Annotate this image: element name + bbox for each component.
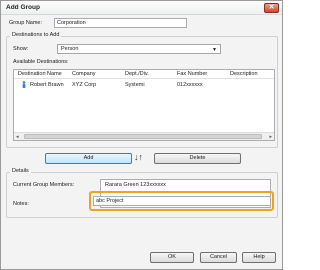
available-destinations-label: Available Destinations:: [13, 59, 69, 65]
ok-button[interactable]: OK: [150, 252, 194, 263]
close-icon: ✕: [268, 4, 275, 11]
delete-button-label: Delete: [189, 155, 206, 161]
row-destination-name: Robert Brawn: [30, 82, 64, 88]
group-name-label: Group Name:: [9, 20, 43, 26]
chevron-down-icon: ▼: [212, 47, 217, 53]
close-button[interactable]: ✕: [264, 3, 279, 13]
details-caption: Details: [10, 168, 31, 174]
column-header-company[interactable]: Company: [72, 71, 96, 77]
row-company: XYZ Corp: [72, 82, 97, 88]
row-fax-number: 012xxxxxx: [177, 82, 203, 88]
swap-arrows-icon: ↓↑: [134, 152, 143, 162]
show-select[interactable]: Person ▼: [57, 44, 221, 54]
add-group-dialog: Add Group ✕ Group Name: Corporation Dest…: [0, 0, 283, 270]
dialog-title: Add Group: [6, 4, 40, 11]
scroll-right-icon[interactable]: ▸: [269, 134, 272, 140]
title-bar: Add Group ✕: [1, 1, 282, 15]
cancel-button-label: Cancel: [209, 254, 228, 260]
add-button[interactable]: Add: [45, 153, 132, 164]
help-button[interactable]: Help: [242, 252, 276, 263]
available-destinations-list[interactable]: Destination Name Company Dept./Div. Fax …: [13, 69, 275, 141]
person-icon: [22, 81, 26, 88]
column-header-description[interactable]: Description: [230, 71, 258, 77]
show-value: Person: [61, 46, 79, 52]
ok-button-label: OK: [168, 254, 176, 260]
show-label: Show:: [13, 46, 29, 52]
group-name-value: Corporation: [57, 20, 86, 26]
horizontal-scrollbar[interactable]: ◂ ▸: [14, 132, 274, 140]
row-dept: Systemi: [125, 82, 145, 88]
notes-input[interactable]: abc Project: [93, 196, 271, 206]
list-header: Destination Name Company Dept./Div. Fax …: [14, 70, 274, 79]
current-members-label: Current Group Members:: [13, 182, 75, 188]
column-header-destination-name[interactable]: Destination Name: [18, 71, 62, 77]
group-name-input[interactable]: Corporation: [54, 18, 187, 28]
notes-value: abc Project: [96, 198, 124, 204]
notes-label: Notes:: [13, 201, 29, 207]
destinations-caption: Destinations to Add: [10, 32, 62, 38]
delete-button[interactable]: Delete: [154, 153, 241, 164]
add-button-label: Add: [83, 155, 94, 161]
column-header-dept[interactable]: Dept./Div.: [125, 71, 149, 77]
help-button-label: Help: [253, 254, 265, 260]
column-header-fax-number[interactable]: Fax Number: [177, 71, 207, 77]
cancel-button[interactable]: Cancel: [200, 252, 237, 263]
scrollbar-thumb[interactable]: [24, 134, 262, 139]
scroll-left-icon[interactable]: ◂: [16, 134, 19, 140]
member-item: Rarara Green 123xxxxxx: [105, 182, 166, 188]
